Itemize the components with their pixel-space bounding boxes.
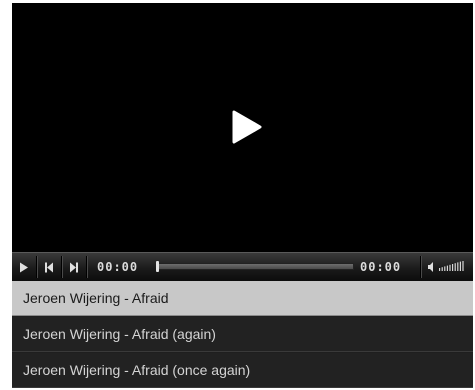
playlist-item[interactable]: Jeroen Wijering - Afraid (once again) xyxy=(12,353,473,388)
divider xyxy=(420,256,421,278)
playlist-item[interactable]: Jeroen Wijering - Afraid (again) xyxy=(12,317,473,352)
skip-previous-icon xyxy=(45,262,53,272)
volume-level-bar xyxy=(454,263,456,271)
video-display[interactable] xyxy=(12,3,473,252)
next-button[interactable] xyxy=(62,253,86,281)
volume-level-bar xyxy=(452,264,454,271)
duration-time: 00:00 xyxy=(360,260,402,274)
volume-level-bar xyxy=(449,264,451,271)
divider xyxy=(86,256,87,278)
volume-level-bar xyxy=(459,261,461,271)
seek-bar-handle[interactable] xyxy=(156,261,159,272)
elapsed-time: 00:00 xyxy=(97,260,139,274)
play-icon xyxy=(20,262,28,272)
skip-next-icon xyxy=(70,262,78,272)
previous-button[interactable] xyxy=(37,253,61,281)
volume-level-bar xyxy=(446,265,448,271)
play-icon[interactable] xyxy=(232,110,262,144)
seek-bar[interactable] xyxy=(158,263,354,270)
volume-level-bar xyxy=(444,266,446,271)
volume-level-bar xyxy=(457,262,459,271)
playlist: Jeroen Wijering - Afraid Jeroen Wijering… xyxy=(12,281,473,388)
playlist-item[interactable]: Jeroen Wijering - Afraid xyxy=(12,281,473,316)
media-player: 00:00 00:00 Jeroen Wijering - Afraid Jer… xyxy=(12,3,473,388)
control-bar: 00:00 00:00 xyxy=(12,252,473,281)
volume-level-bar xyxy=(462,261,464,271)
volume-level-bar xyxy=(441,267,443,271)
volume-level-bar xyxy=(439,268,441,271)
play-button[interactable] xyxy=(12,253,36,281)
volume-icon xyxy=(428,261,464,272)
volume-control[interactable] xyxy=(423,253,471,281)
